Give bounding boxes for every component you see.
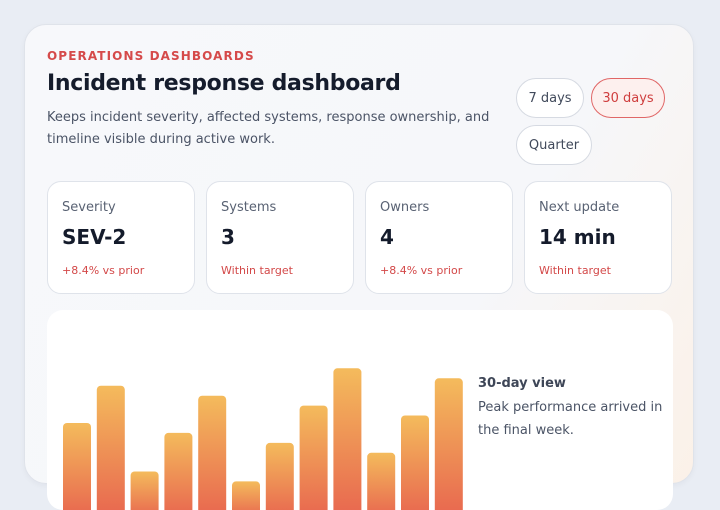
range-quarter-button[interactable]: Quarter	[516, 125, 592, 165]
bar-chart	[47, 310, 467, 510]
kpi-value: 3	[221, 225, 235, 249]
kpi-label: Next update	[539, 200, 619, 215]
chart-bar-6	[232, 481, 260, 510]
kpi-severity-card: Severity SEV-2 +8.4% vs prior	[47, 181, 195, 294]
chart-caption-title: 30-day view	[478, 376, 566, 391]
kpi-owners-card: Owners 4 +8.4% vs prior	[365, 181, 513, 294]
chart-bar-8	[300, 406, 328, 510]
kpi-value: 4	[380, 225, 394, 249]
kpi-label: Systems	[221, 200, 276, 215]
chart-bar-10	[367, 453, 395, 510]
chart-panel: 30-day view Peak performance arrived in …	[47, 310, 673, 510]
kpi-delta: +8.4% vs prior	[380, 264, 462, 277]
kpi-label: Owners	[380, 200, 429, 215]
kpi-delta: Within target	[221, 264, 293, 277]
kpi-delta: Within target	[539, 264, 611, 277]
chart-bar-3	[131, 472, 159, 510]
chart-bar-4	[164, 433, 192, 510]
range-7-days-button[interactable]: 7 days	[516, 78, 584, 118]
chart-bar-1	[63, 423, 91, 510]
kpi-delta: +8.4% vs prior	[62, 264, 144, 277]
eyebrow-label: OPERATIONS DASHBOARDS	[47, 49, 255, 63]
page-description: Keeps incident severity, affected system…	[47, 107, 497, 151]
chart-bar-11	[401, 416, 429, 510]
kpi-systems-card: Systems 3 Within target	[206, 181, 354, 294]
page-title: Incident response dashboard	[47, 71, 401, 96]
range-30-days-button[interactable]: 30 days	[591, 78, 665, 118]
chart-bar-5	[198, 396, 226, 510]
kpi-value: SEV-2	[62, 225, 126, 249]
kpi-next-update-card: Next update 14 min Within target	[524, 181, 672, 294]
kpi-value: 14 min	[539, 225, 616, 249]
chart-bar-7	[266, 443, 294, 510]
chart-caption-text: Peak performance arrived in the final we…	[478, 396, 668, 442]
dashboard-card: OPERATIONS DASHBOARDS Incident response …	[24, 24, 694, 484]
chart-bar-2	[97, 386, 125, 510]
chart-bar-9	[333, 368, 361, 510]
chart-bar-12	[435, 378, 463, 510]
kpi-label: Severity	[62, 200, 116, 215]
